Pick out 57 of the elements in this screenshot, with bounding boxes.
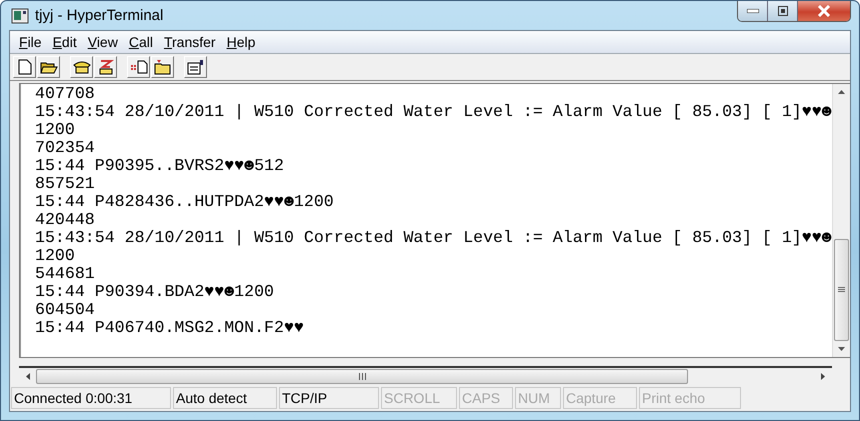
terminal-line: 15:44 P90395..BVRS2♥♥☻512 — [35, 157, 285, 175]
terminal-line: 15:44 P406740.MSG2.MON.F2♥♥ — [35, 319, 305, 337]
window-title: tjyj - HyperTerminal — [35, 7, 164, 24]
grip-icon — [358, 373, 366, 380]
document-icon — [18, 59, 32, 75]
menu-item[interactable]: View — [82, 34, 124, 50]
status-pane: Auto detect — [173, 387, 277, 409]
terminal-line: 702354 — [35, 139, 96, 157]
close-icon — [817, 5, 831, 17]
down-arrow-icon — [838, 347, 845, 351]
toolbar-button[interactable] — [94, 56, 117, 78]
right-arrow-icon — [821, 373, 825, 380]
menu-item[interactable]: Edit — [48, 34, 83, 50]
status-pane: NUM — [515, 387, 561, 409]
scrollbar-thumb[interactable] — [834, 239, 849, 341]
terminal-line: 604504 — [35, 301, 96, 319]
toolbar-button[interactable] — [184, 56, 207, 78]
minimize-icon — [746, 9, 758, 13]
maximize-icon — [778, 6, 788, 16]
up-arrow-icon — [838, 90, 845, 94]
toolbar-button[interactable] — [127, 56, 150, 78]
grip-icon — [838, 287, 845, 293]
maximize-button[interactable] — [768, 1, 798, 21]
terminal-line: 420448 — [35, 211, 96, 229]
properties-icon — [186, 59, 204, 75]
left-arrow-icon — [26, 373, 30, 380]
toolbar-button[interactable] — [151, 56, 174, 78]
close-button[interactable] — [798, 1, 850, 21]
terminal-icon — [11, 8, 29, 24]
toolbar-button[interactable] — [13, 56, 36, 78]
terminal-line: 15:43:54 28/10/2011 | W510 Corrected Water Level := Alarm Value [ 85.03] [ 1]♥♥☻ — [35, 103, 832, 121]
status-pane: TCP/IP — [279, 387, 379, 409]
folder-icon — [154, 59, 172, 75]
scrollbar-thumb[interactable] — [36, 369, 688, 384]
terminal-line: 407708 — [35, 85, 96, 103]
menu-item[interactable]: Call — [124, 34, 159, 50]
terminal-line: 1200 — [35, 121, 76, 139]
status-pane: Connected 0:00:31 — [11, 387, 171, 409]
status-pane: SCROLL — [381, 387, 457, 409]
terminal-line: 544681 — [35, 265, 96, 283]
menu-item[interactable]: Help — [222, 34, 262, 50]
toolbar-button[interactable] — [37, 56, 60, 78]
menu-item[interactable]: Transfer — [158, 34, 222, 50]
terminal-line: 15:43:54 28/10/2011 | W510 Corrected Water Level := Alarm Value [ 85.03] [ 1]♥♥☻ — [35, 229, 832, 247]
minimize-button[interactable] — [738, 1, 768, 21]
status-pane: Capture — [563, 387, 637, 409]
status-pane: Print echo — [639, 387, 741, 409]
folder-icon — [40, 60, 58, 74]
terminal-line: 15:44 P4828436..HUTPDA2♥♥☻1200 — [35, 193, 335, 211]
vertical-scrollbar[interactable] — [832, 84, 850, 357]
terminal-line: 1200 — [35, 247, 76, 265]
status-pane: CAPS — [459, 387, 513, 409]
document-icon — [130, 59, 148, 75]
menu-item[interactable]: File — [14, 34, 48, 50]
terminal-line: 15:44 P90394.BDA2♥♥☻1200 — [35, 283, 275, 301]
terminal-line: 857521 — [35, 175, 96, 193]
toolbar-button[interactable] — [70, 56, 93, 78]
